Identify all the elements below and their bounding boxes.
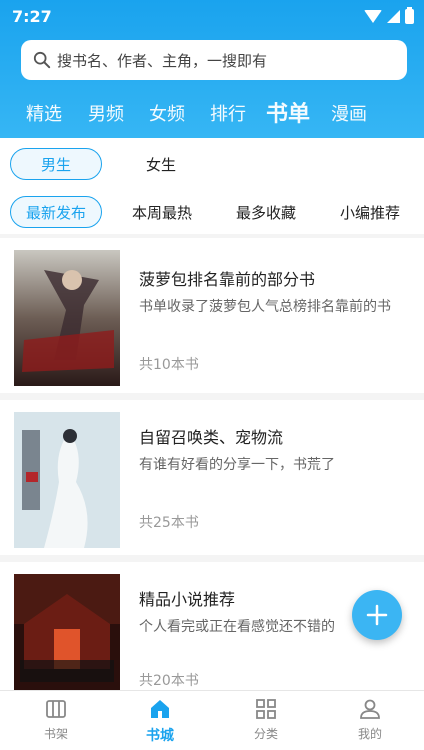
booklist-count: 共20本书 [139,673,199,689]
tab-manhua[interactable]: 漫画 [331,100,367,126]
filter-most-favorited[interactable]: 最多收藏 [220,196,312,228]
search-icon [33,51,51,69]
bottom-nav-label: 书城 [146,728,174,744]
search-placeholder: 搜书名、作者、主角，一搜即有 [57,51,268,70]
top-nav-tabs: 精选 男频 女频 排行 书单 漫画 [0,92,424,136]
tab-shudan[interactable]: 书单 [266,96,310,128]
tab-nvpin[interactable]: 女频 [149,100,185,126]
filter-weekly-hot[interactable]: 本周最热 [116,196,208,228]
booklist-count: 共25本书 [139,515,199,531]
status-icons [364,7,414,24]
signal-icon [387,10,400,23]
gender-toggle: 男生 女生 [0,138,424,188]
booklist-title: 精品小说推荐 [139,590,236,609]
battery-icon [405,7,414,24]
booklist-title: 菠萝包排名靠前的部分书 [139,270,316,289]
bottom-nav-label: 书架 [43,727,68,741]
tab-nanpin[interactable]: 男频 [88,100,124,126]
bottom-nav-category[interactable]: 分类 [236,697,296,742]
bottom-nav: 书架 书城 分类 我的 [0,690,424,750]
booklist-card[interactable]: 菠萝包排名靠前的部分书 书单收录了菠萝包人气总榜排名靠前的书 共10本书 [0,238,424,393]
book-cover [14,250,120,386]
booklist-card[interactable]: 自留召唤类、宠物流 有谁有好看的分享一下，书荒了 共25本书 [0,400,424,555]
wifi-icon [364,10,382,23]
bottom-nav-label: 分类 [253,727,278,741]
gender-female-button[interactable]: 女生 [115,148,207,180]
bottom-nav-label: 我的 [357,727,382,741]
user-icon [360,699,380,719]
status-time: 7:27 [12,7,52,26]
plus-icon [366,604,388,626]
bottom-nav-profile[interactable]: 我的 [340,697,400,742]
booklist-description: 书单收录了菠萝包人气总榜排名靠前的书 [139,299,391,315]
search-bar[interactable]: 搜书名、作者、主角，一搜即有 [21,40,407,80]
book-cover [14,412,120,548]
filter-editor-picks[interactable]: 小编推荐 [324,196,416,228]
filter-latest[interactable]: 最新发布 [10,196,102,228]
bookshelf-icon [46,700,66,718]
booklist-description: 有谁有好看的分享一下，书荒了 [139,457,335,473]
bottom-nav-bookshelf[interactable]: 书架 [26,697,86,742]
home-icon [151,700,169,718]
gender-male-button[interactable]: 男生 [10,148,102,180]
add-booklist-button[interactable] [352,590,402,640]
tab-paihang[interactable]: 排行 [210,100,246,126]
header: 7:27 搜书名、作者、主角，一搜即有 精选 男频 女频 排行 书单 漫画 [0,0,424,138]
status-bar: 7:27 [0,0,424,34]
booklist-count: 共10本书 [139,357,199,373]
bottom-nav-bookstore[interactable]: 书城 [130,697,190,745]
grid-icon [256,699,276,719]
tab-jingxuan[interactable]: 精选 [26,100,62,126]
booklist-title: 自留召唤类、宠物流 [139,428,284,447]
book-cover [14,574,120,692]
sort-filters: 最新发布 本周最热 最多收藏 小编推荐 [0,188,424,234]
